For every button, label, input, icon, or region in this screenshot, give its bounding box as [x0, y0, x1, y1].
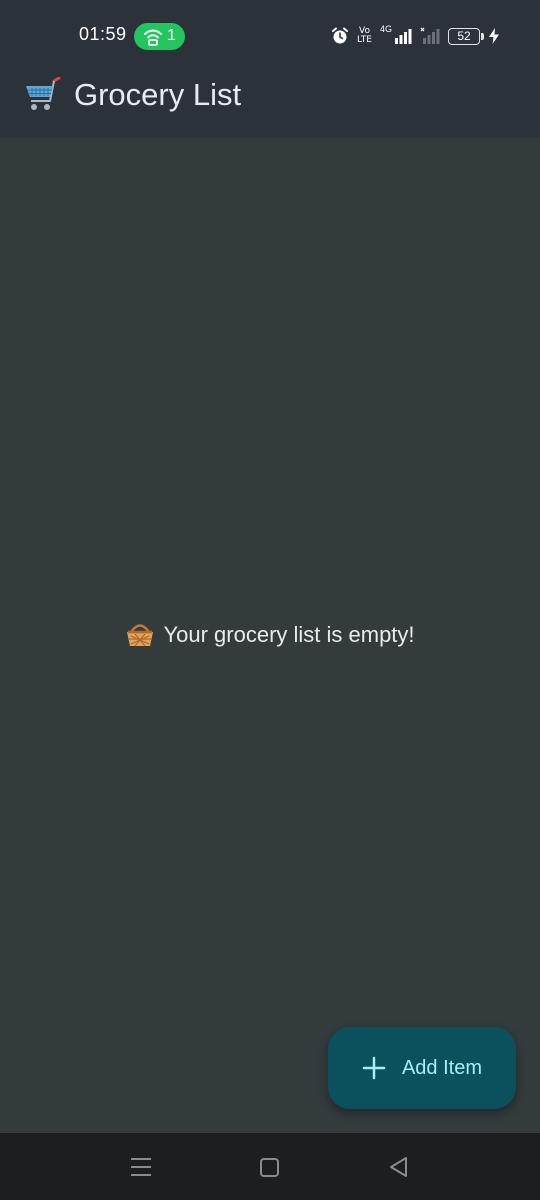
shopping-cart-icon [26, 77, 61, 110]
app-title-group: Grocery List [24, 70, 241, 120]
signal-icon [395, 29, 412, 44]
add-item-label: Add Item [401, 1056, 483, 1079]
navigation-bar [0, 1133, 540, 1200]
status-bar: 01:59 1 Vo LTE 4G 52 [0, 0, 540, 70]
empty-state-message: Your grocery list is empty! [163, 622, 415, 647]
battery-level: 52 [457, 28, 471, 43]
empty-state: Your grocery list is empty! [0, 622, 540, 648]
status-time: 01:59 [79, 24, 127, 44]
charging-icon [489, 28, 499, 44]
add-item-button[interactable]: Add Item [328, 1027, 516, 1109]
grocery-list-area: Your grocery list is empty! [0, 138, 540, 1133]
volte-icon: Vo LTE [357, 27, 372, 45]
alarm-icon [332, 27, 349, 44]
app-bar: Grocery List [0, 70, 540, 138]
no-signal-icon [420, 27, 440, 44]
back-icon[interactable] [388, 1155, 410, 1179]
network-type: 4G [379, 24, 392, 34]
page-title: Grocery List [74, 77, 242, 112]
battery-icon: 52 [448, 27, 484, 45]
home-icon[interactable] [259, 1155, 281, 1179]
plus-icon [362, 1056, 386, 1080]
hotspot-count: 1 [167, 27, 176, 44]
menu-icon[interactable] [130, 1155, 152, 1179]
hotspot-indicator: 1 [134, 23, 185, 50]
hotspot-icon [144, 29, 162, 46]
status-icons: Vo LTE 4G 52 [331, 23, 500, 49]
volte-bottom: LTE [357, 35, 372, 45]
basket-icon [127, 624, 154, 647]
